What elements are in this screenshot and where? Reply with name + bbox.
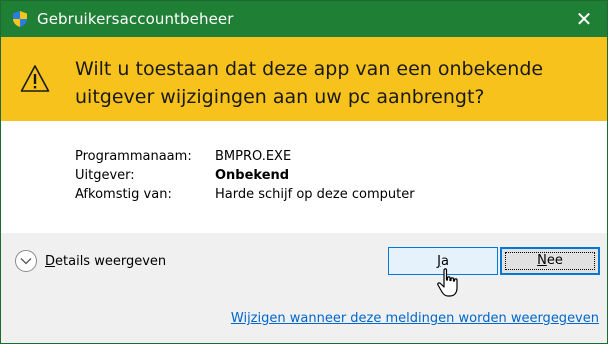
publisher-label: Uitgever: bbox=[75, 168, 135, 183]
window-title: Gebruikersaccountbeheer bbox=[37, 10, 234, 28]
program-name-value: BMPRO.EXE bbox=[215, 149, 292, 164]
focus-rectangle bbox=[505, 252, 595, 270]
uac-shield-icon bbox=[13, 11, 27, 27]
change-notification-settings-link[interactable]: Wijzigen wanneer deze meldingen worden w… bbox=[231, 311, 599, 326]
consent-question: Wilt u toestaan dat deze app van een onb… bbox=[75, 58, 544, 108]
details-label-rest: etails weergeven bbox=[55, 253, 167, 269]
info-row-origin: Afkomstig van: Harde schijf op deze comp… bbox=[75, 185, 415, 204]
details-toggle[interactable]: Details weergeven bbox=[15, 249, 166, 273]
warning-icon bbox=[20, 65, 50, 92]
close-button[interactable]: ✕ bbox=[561, 1, 607, 37]
publisher-value: Onbekend bbox=[215, 168, 290, 183]
details-access-key: D bbox=[45, 253, 56, 269]
program-name-label: Programmanaam: bbox=[75, 149, 192, 164]
title-bar: Gebruikersaccountbeheer ✕ bbox=[1, 1, 607, 37]
warning-banner: Wilt u toestaan dat deze app van een onb… bbox=[1, 37, 607, 121]
program-info: Programmanaam: BMPRO.EXE Uitgever: Onbek… bbox=[75, 147, 415, 204]
info-row-program: Programmanaam: BMPRO.EXE bbox=[75, 147, 415, 166]
uac-dialog: Gebruikersaccountbeheer ✕ Wilt u toestaa… bbox=[0, 0, 608, 344]
dialog-footer: Details weergeven Ja Nee Wijzigen wannee… bbox=[1, 233, 607, 343]
details-label[interactable]: Details weergeven bbox=[45, 254, 166, 269]
mouse-pointer-icon bbox=[437, 268, 458, 297]
origin-label: Afkomstig van: bbox=[75, 187, 172, 202]
origin-value: Harde schijf op deze computer bbox=[215, 187, 415, 202]
info-row-publisher: Uitgever: Onbekend bbox=[75, 166, 415, 185]
chevron-down-icon[interactable] bbox=[15, 250, 37, 272]
no-button[interactable]: Nee bbox=[500, 247, 600, 275]
